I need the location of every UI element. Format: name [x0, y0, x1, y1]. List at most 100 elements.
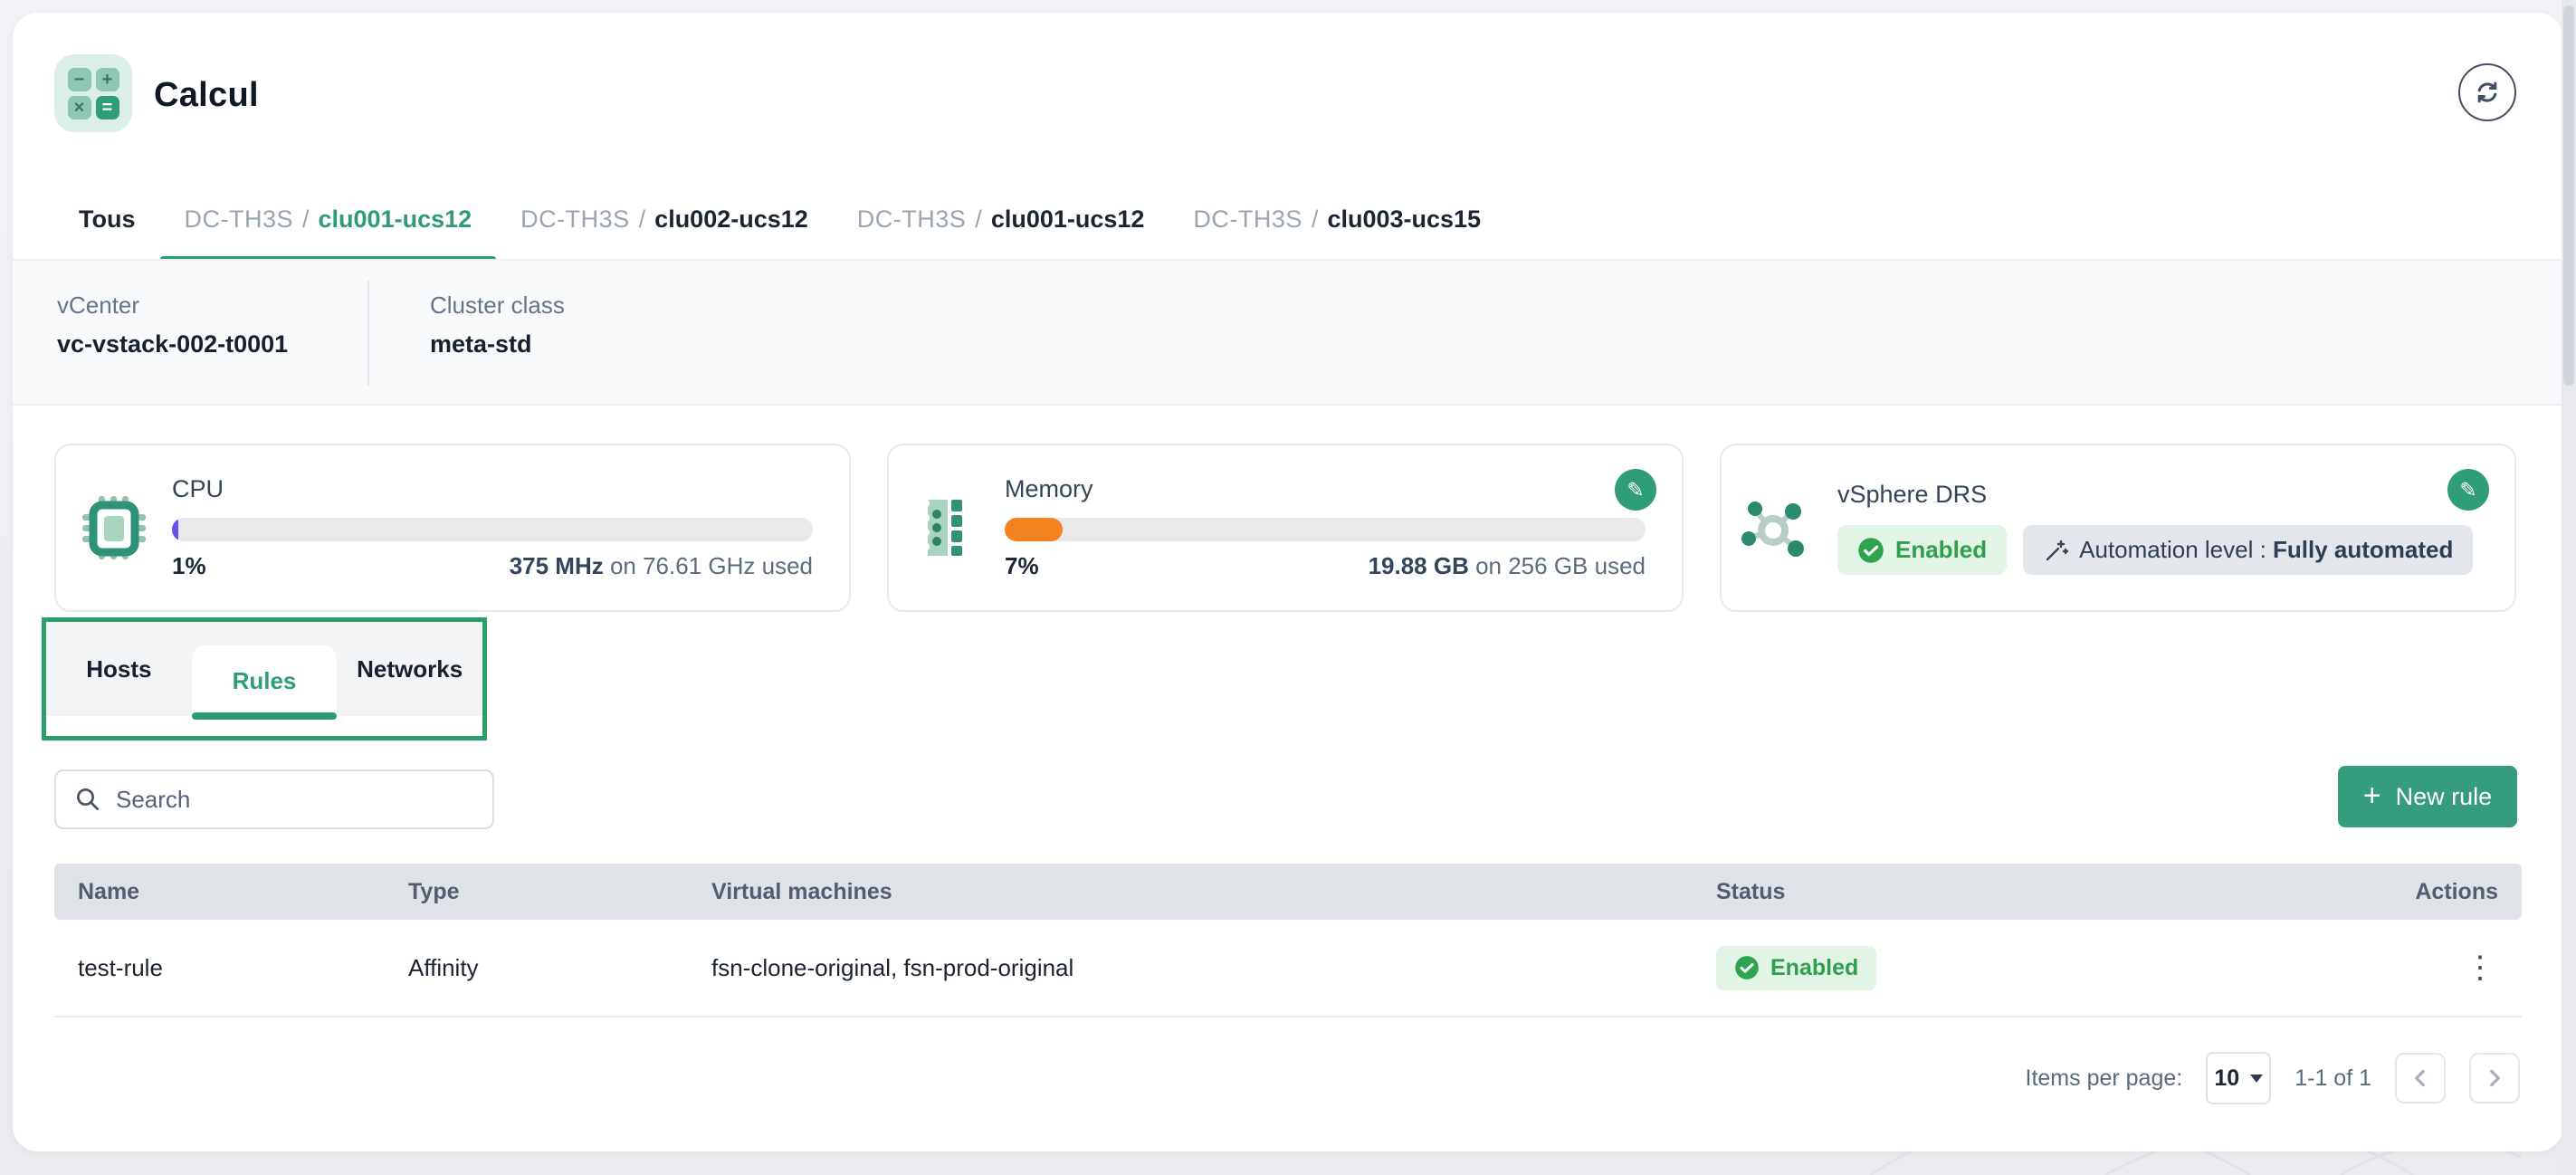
tab-hosts[interactable]: Hosts — [46, 622, 192, 716]
plus-icon: + — [96, 68, 119, 91]
vsphere-drs-card: vSphere DRS Enabled — [1720, 444, 2516, 612]
chevron-right-icon — [2483, 1066, 2506, 1090]
page-title: Calcul — [154, 76, 259, 115]
edit-memory-button[interactable]: ✎ — [1615, 469, 1656, 511]
cpu-percent: 1% — [172, 552, 206, 580]
rule-vms-cell: fsn-clone-original, fsn-prod-original — [688, 954, 1693, 982]
tab-networks[interactable]: Networks — [337, 622, 482, 716]
pencil-icon: ✎ — [2459, 478, 2476, 502]
rule-status-cell: Enabled — [1693, 946, 2272, 990]
page-size-select[interactable]: 10 — [2206, 1052, 2271, 1104]
separator: / — [639, 205, 646, 234]
separator: / — [975, 205, 982, 234]
cluster-tab-clu003-ucs15[interactable]: DC-TH3S / clu003-ucs15 — [1169, 177, 1505, 261]
drs-status-badge: Enabled — [1837, 525, 2007, 575]
datacenter-prefix: DC-TH3S — [520, 205, 630, 234]
minus-icon: − — [68, 68, 91, 91]
cluster-tab-label: clu001-ucs12 — [319, 205, 472, 234]
calculator-app-icon: − + × = — [54, 54, 132, 132]
datacenter-prefix: DC-TH3S — [857, 205, 967, 234]
pencil-icon: ✎ — [1627, 478, 1644, 502]
items-per-page-label: Items per page: — [2026, 1065, 2183, 1092]
memory-ram-icon — [889, 491, 1005, 565]
cpu-usage-text: 375 MHz on 76.61 GHz used — [510, 552, 813, 580]
column-header-name: Name — [54, 879, 385, 905]
row-actions-menu-button[interactable]: ⋮ — [2457, 944, 2504, 991]
vcenter-label: vCenter — [57, 291, 288, 320]
magic-wand-icon — [2043, 538, 2068, 563]
column-header-type: Type — [385, 879, 688, 905]
new-rule-label: New rule — [2396, 783, 2493, 811]
cluster-tab-label: clu002-ucs12 — [654, 205, 808, 234]
cpu-card-title: CPU — [172, 475, 813, 503]
datacenter-prefix: DC-TH3S — [1193, 205, 1302, 234]
separator: / — [302, 205, 310, 234]
drs-cluster-icon — [1722, 489, 1837, 567]
cluster-tab-bar: Tous DC-TH3S / clu001-ucs12 DC-TH3S / cl… — [54, 177, 1505, 261]
refresh-icon — [2473, 78, 2502, 107]
cluster-tab-clu001-ucs12[interactable]: DC-TH3S / clu001-ucs12 — [160, 177, 497, 261]
table-row[interactable]: test-rule Affinity fsn-clone-original, f… — [54, 920, 2522, 1017]
plus-icon: + — [2363, 780, 2381, 811]
drs-card-title: vSphere DRS — [1837, 481, 2478, 509]
new-rule-button[interactable]: + New rule — [2338, 766, 2517, 827]
automation-label: Automation level : — [2079, 536, 2273, 563]
datacenter-prefix: DC-TH3S — [185, 205, 294, 234]
cluster-tab-clu001-ucs12-b[interactable]: DC-TH3S / clu001-ucs12 — [833, 177, 1169, 261]
previous-page-button[interactable] — [2395, 1053, 2446, 1103]
cpu-usage-fill — [172, 518, 178, 541]
rules-table: Name Type Virtual machines Status Action… — [54, 864, 2522, 1017]
column-header-virtual-machines: Virtual machines — [688, 879, 1693, 905]
drs-automation-text: Automation level : Fully automated — [2079, 536, 2453, 564]
rule-type-cell: Affinity — [385, 954, 688, 982]
column-header-actions: Actions — [2272, 879, 2522, 905]
drs-status-label: Enabled — [1895, 536, 1987, 564]
column-header-status: Status — [1693, 879, 2272, 905]
memory-usage-fill — [1005, 518, 1063, 541]
memory-usage-text: 19.88 GB on 256 GB used — [1369, 552, 1646, 580]
chevron-down-icon — [2250, 1075, 2263, 1083]
search-input[interactable] — [116, 786, 474, 814]
main-panel: − + × = Calcul Tous DC-TH3S / clu00 — [13, 13, 2563, 1151]
cluster-tab-label: clu001-ucs12 — [991, 205, 1145, 234]
rule-name-cell: test-rule — [54, 954, 385, 982]
search-icon — [74, 786, 101, 813]
memory-used-total: on 256 GB used — [1469, 552, 1646, 579]
memory-used-value: 19.88 GB — [1369, 552, 1469, 579]
next-page-button[interactable] — [2469, 1053, 2520, 1103]
edit-drs-button[interactable]: ✎ — [2447, 469, 2489, 511]
cpu-chip-icon — [56, 491, 172, 565]
status-badge: Enabled — [1716, 946, 1876, 990]
cpu-usage-bar — [172, 518, 813, 541]
cpu-card: CPU 1% 375 MHz on 76.61 GHz used — [54, 444, 851, 612]
check-circle-icon — [1734, 955, 1760, 980]
drs-automation-badge: Automation level : Fully automated — [2023, 525, 2473, 575]
memory-usage-bar — [1005, 518, 1646, 541]
cluster-tab-label: clu003-ucs15 — [1327, 205, 1481, 234]
table-header-row: Name Type Virtual machines Status Action… — [54, 864, 2522, 920]
cpu-used-value: 375 MHz — [510, 552, 604, 579]
sub-tab-bar: Hosts Rules Networks — [46, 622, 482, 716]
cluster-class-label: Cluster class — [430, 291, 565, 320]
chevron-left-icon — [2409, 1066, 2432, 1090]
cluster-class-value: meta-std — [430, 330, 565, 358]
cluster-info-band: vCenter vc-vstack-002-t0001 Cluster clas… — [13, 261, 2563, 406]
scrollbar-thumb[interactable] — [2563, 5, 2574, 386]
page-size-value: 10 — [2214, 1065, 2239, 1092]
cluster-tab-label: Tous — [79, 205, 136, 234]
pagination-bar: Items per page: 10 1-1 of 1 — [2026, 1052, 2521, 1104]
tab-rules[interactable]: Rules — [192, 645, 338, 716]
check-circle-icon — [1857, 537, 1884, 564]
refresh-button[interactable] — [2458, 63, 2516, 121]
memory-card-title: Memory — [1005, 475, 1646, 503]
cluster-tab-clu002-ucs12[interactable]: DC-TH3S / clu002-ucs12 — [496, 177, 833, 261]
automation-value: Fully automated — [2273, 536, 2453, 563]
pagination-range: 1-1 of 1 — [2295, 1065, 2371, 1092]
vcenter-value: vc-vstack-002-t0001 — [57, 330, 288, 358]
memory-card: Memory 7% 19.88 GB on 256 GB used ✎ — [887, 444, 1684, 612]
scrollbar[interactable] — [2562, 0, 2576, 1175]
separator: / — [1312, 205, 1319, 234]
multiply-icon: × — [68, 96, 91, 119]
cluster-tab-all[interactable]: Tous — [54, 177, 160, 261]
memory-percent: 7% — [1005, 552, 1039, 580]
